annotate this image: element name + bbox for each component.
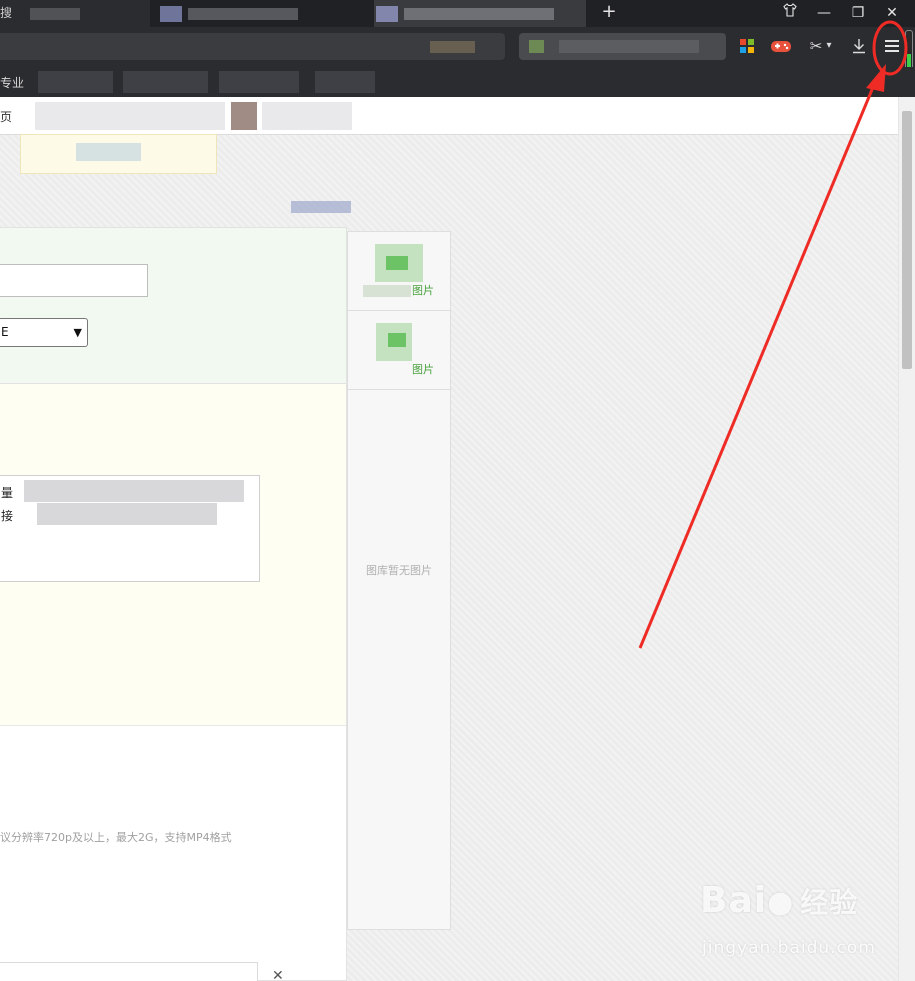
select-value: E <box>1 325 9 339</box>
blurred-nav <box>35 102 225 130</box>
blurred-tab-title <box>404 8 554 20</box>
add-image-button[interactable]: 图片 <box>348 311 450 390</box>
bookmark-item-blurred[interactable] <box>219 71 299 93</box>
scissors-icon: ✂ <box>809 37 823 55</box>
game-button[interactable] <box>769 34 793 58</box>
main-menu-button[interactable] <box>880 34 904 58</box>
tab-bar: 搜 + — ❐ ✕ <box>0 0 915 27</box>
add-image-label: 图片 <box>412 363 434 376</box>
tab-active[interactable] <box>374 0 586 27</box>
blurred-url-segment <box>430 41 475 53</box>
windows-apps-icon <box>740 39 754 53</box>
form-section-description: 量 接 <box>0 384 346 726</box>
video-upload-hint: 议分辨率720p及以上，最大2G，支持MP4格式 <box>0 831 232 844</box>
address-toolbar: ✂ ▾ <box>0 27 915 67</box>
bookmark-item-blurred[interactable] <box>38 71 113 93</box>
blurred-nav <box>262 102 352 130</box>
breadcrumb: 页 <box>0 110 13 124</box>
blurred-text <box>24 480 244 502</box>
baidu-jingyan-watermark: Bai● 经验 <box>700 880 858 921</box>
paw-icon: ● <box>767 885 795 920</box>
tab-second[interactable] <box>158 0 368 27</box>
bottom-input[interactable] <box>0 962 258 981</box>
empty-library-text: 图库暂无图片 <box>366 564 432 577</box>
close-icon[interactable]: ✕ <box>272 968 284 981</box>
upload-form: E ▼ 量 接 议分辨率720p及以上，最大2G，支持MP4格式 ✕ <box>0 227 347 981</box>
watermark-logo-text: Bai <box>700 880 768 921</box>
chevron-down-icon: ▼ <box>73 326 82 339</box>
tab-favicon-icon <box>376 6 398 22</box>
apps-button[interactable] <box>734 34 758 58</box>
blurred-link[interactable] <box>291 201 351 213</box>
download-button[interactable] <box>847 34 871 58</box>
description-textarea[interactable]: 量 接 <box>0 475 260 582</box>
restore-button[interactable]: ❐ <box>846 2 870 24</box>
tab-title: 搜 <box>0 6 13 20</box>
shirt-icon <box>783 3 797 17</box>
close-window-button[interactable]: ✕ <box>880 2 904 24</box>
blurred-text <box>37 503 217 525</box>
blurred-avatar <box>231 102 257 130</box>
upload-image-button[interactable]: 图片 <box>348 232 450 311</box>
gamepad-icon <box>771 41 791 52</box>
notice-banner <box>20 134 217 174</box>
form-section-basic: E ▼ <box>0 228 346 384</box>
skin-button[interactable] <box>778 2 802 24</box>
category-select[interactable]: E ▼ <box>0 318 88 347</box>
tab-first[interactable]: 搜 <box>0 0 150 27</box>
search-engine-icon <box>529 40 544 53</box>
textarea-line: 接 <box>1 509 14 523</box>
title-input[interactable] <box>0 264 148 297</box>
search-box[interactable] <box>519 33 726 60</box>
page-header: 页 <box>0 97 898 135</box>
textarea-line: 量 <box>1 486 14 500</box>
watermark-url: jingyan.baidu.com <box>702 938 876 958</box>
bookmark-item[interactable]: 专业 <box>0 74 24 91</box>
screenshot-dropdown[interactable]: ▾ <box>822 34 836 58</box>
tab-favicon-icon <box>160 6 182 22</box>
scrollbar-thumb[interactable] <box>902 111 912 369</box>
address-input[interactable] <box>0 33 505 60</box>
page-scrollbar[interactable] <box>898 97 915 981</box>
upload-image-label: 图片 <box>412 284 434 297</box>
bookmark-item-blurred[interactable] <box>315 71 375 93</box>
download-icon <box>853 39 865 54</box>
watermark-logo-tail: 经验 <box>800 886 859 919</box>
image-library-panel: 图片 图片 图库暂无图片 <box>347 231 451 930</box>
blurred-tab-title <box>188 8 298 20</box>
minimize-button[interactable]: — <box>812 2 836 24</box>
bookmarks-bar: 专业 <box>0 67 915 97</box>
blurred-tab-title <box>30 8 80 20</box>
bookmark-item-blurred[interactable] <box>123 71 208 93</box>
blurred-search-text <box>559 40 699 53</box>
new-tab-button[interactable]: + <box>598 1 620 23</box>
